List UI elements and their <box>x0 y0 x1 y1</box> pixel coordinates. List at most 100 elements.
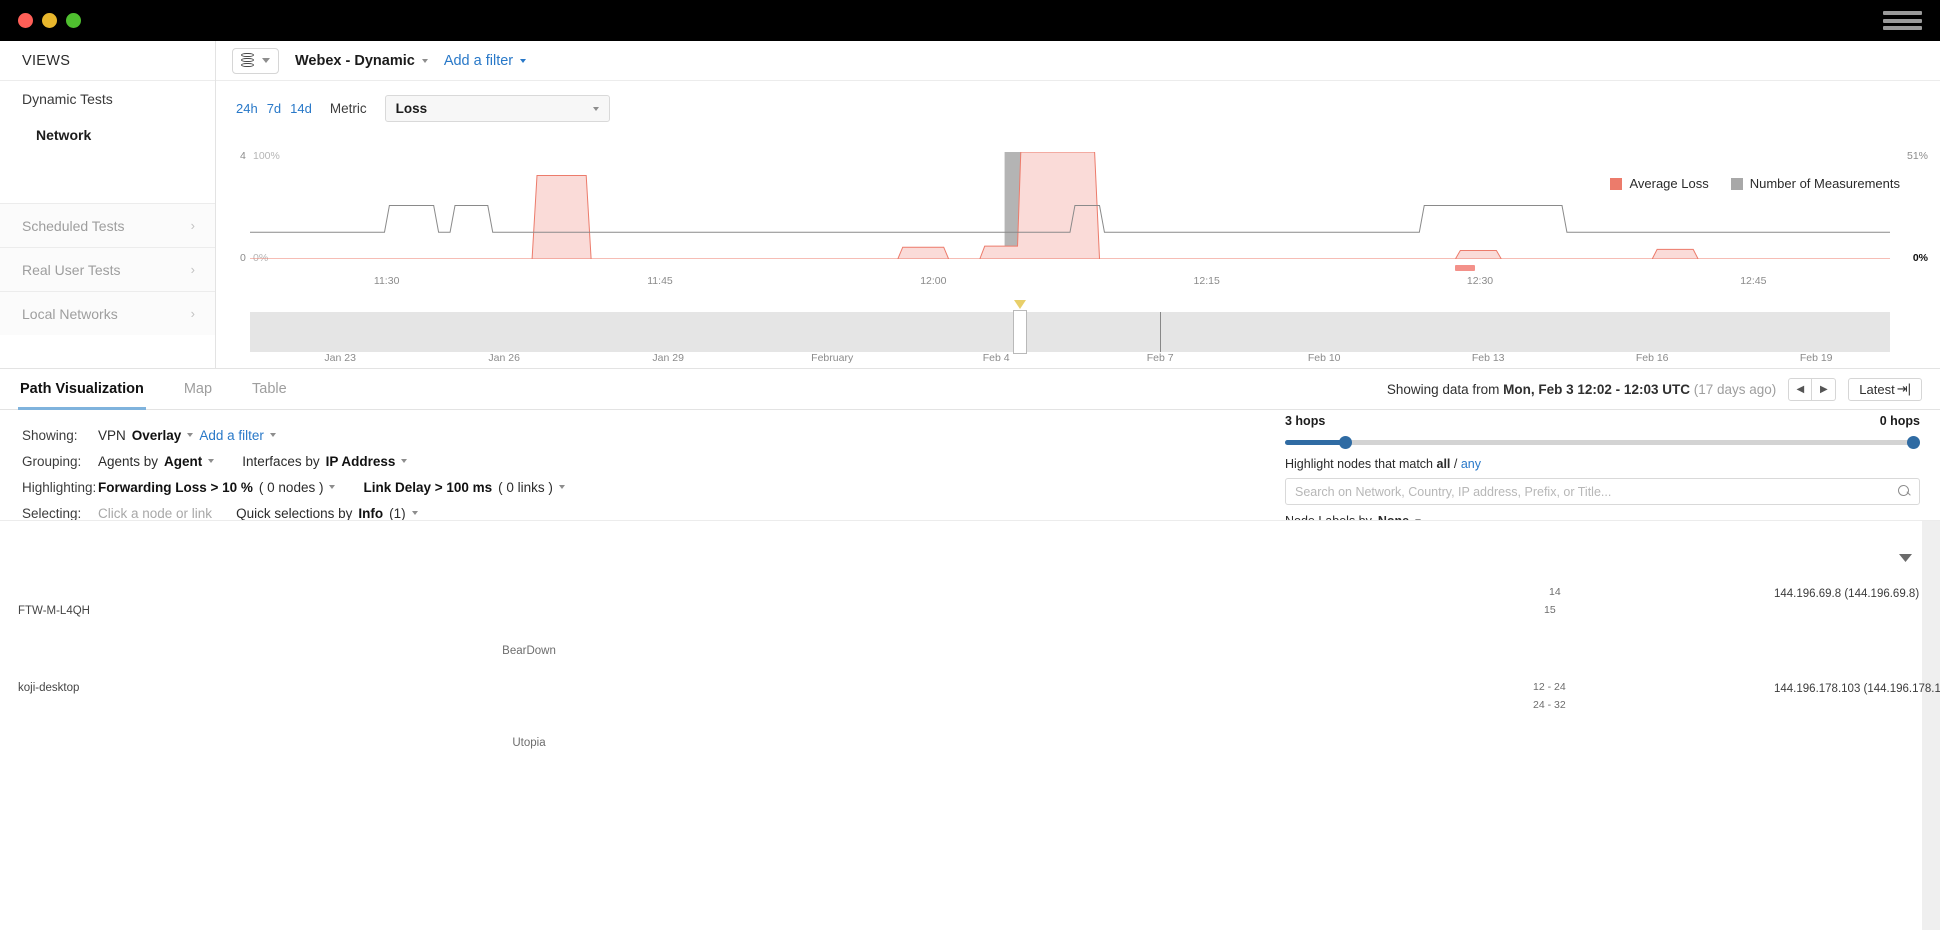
graph-canvas[interactable] <box>0 521 1940 930</box>
y-axis-right-min: 0% <box>1913 252 1928 264</box>
metric-label: Metric <box>330 101 367 116</box>
chevron-down-icon <box>401 459 407 463</box>
y-axis-right-max: 51% <box>1907 150 1928 162</box>
sidebar-group-real-user-tests[interactable]: Real User Tests › <box>0 247 215 291</box>
quick-value: Info <box>358 506 383 521</box>
sidebar-group-scheduled-tests[interactable]: Scheduled Tests › <box>0 203 215 247</box>
sidebar-item-network[interactable]: Network <box>0 117 215 153</box>
link-label-24-32: 24 - 32 <box>1530 699 1569 711</box>
search-icon <box>1898 485 1911 498</box>
maximize-button[interactable] <box>66 13 81 28</box>
highlighting-row: Highlighting: Forwarding Loss > 10 % ( 0… <box>22 474 1280 500</box>
slider-knob-right[interactable] <box>1907 436 1920 449</box>
hamburger-menu-icon[interactable] <box>1883 11 1922 30</box>
agents-grouping-dropdown[interactable]: Agents by Agent <box>98 454 214 469</box>
x-tick: 11:45 <box>647 275 673 287</box>
minimize-button[interactable] <box>42 13 57 28</box>
highlighting-key: Highlighting: <box>22 480 98 495</box>
link-delay-count: ( 0 links ) <box>498 480 553 495</box>
x-tick: 12:15 <box>1194 275 1220 287</box>
x-tick: 12:30 <box>1467 275 1493 287</box>
search-input[interactable] <box>1286 479 1919 504</box>
chevron-down-icon <box>593 107 599 111</box>
navigator-date-tick: Feb 10 <box>1308 352 1341 364</box>
navigator-event-marker <box>1160 312 1161 352</box>
metric-row: 24h 7d 14d Metric Loss <box>216 81 1940 122</box>
chevron-right-icon: › <box>191 262 195 277</box>
hops-slider[interactable] <box>1285 434 1920 450</box>
slider-knob-left[interactable] <box>1339 436 1352 449</box>
router-label-utopia: Utopia <box>512 737 545 749</box>
skip-to-end-icon: ⇥| <box>1897 381 1911 397</box>
prev-interval-button[interactable]: ◀ <box>1788 378 1812 401</box>
slider-fill <box>1285 440 1345 445</box>
sidebar: VIEWS Dynamic Tests Network Scheduled Te… <box>0 41 216 368</box>
latest-button[interactable]: Latest ⇥| <box>1848 378 1922 401</box>
hops-right-label: 0 hops <box>1880 414 1920 428</box>
navigator-date-tick: February <box>811 352 853 364</box>
database-icon <box>241 53 254 68</box>
chevron-down-icon <box>208 459 214 463</box>
range-24h[interactable]: 24h <box>236 101 258 116</box>
forwarding-loss-dropdown[interactable]: Forwarding Loss > 10 % ( 0 nodes ) <box>98 480 335 495</box>
path-visualization-graph[interactable] <box>0 520 1940 930</box>
time-navigator[interactable] <box>250 312 1890 352</box>
close-button[interactable] <box>18 13 33 28</box>
endpoint-label-1: 144.196.69.8 (144.196.69.8) <box>1774 588 1919 600</box>
interfaces-grouping-dropdown[interactable]: Interfaces by IP Address <box>242 454 407 469</box>
chevron-down-icon <box>270 433 276 437</box>
range-7d[interactable]: 7d <box>267 101 281 116</box>
link-delay-label: Link Delay > 100 ms <box>363 480 492 495</box>
sidebar-heading: VIEWS <box>0 41 215 81</box>
add-filter-dropdown[interactable]: Add a filter <box>444 53 526 69</box>
showing-add-filter[interactable]: Add a filter <box>199 428 276 443</box>
tab-table[interactable]: Table <box>232 368 307 410</box>
chevron-down-icon <box>262 58 270 63</box>
time-step-buttons: ◀ ▶ <box>1788 378 1836 401</box>
slider-track <box>1285 440 1920 445</box>
hops-labels: 3 hops 0 hops <box>1285 414 1920 428</box>
chart-x-axis: 11:3011:4512:0012:1512:3012:45 <box>250 275 1890 295</box>
window-titlebar <box>0 0 1940 41</box>
showing-text: Showing data from Mon, Feb 3 12:02 - 12:… <box>1387 382 1776 397</box>
showing-key: Showing: <box>22 428 98 443</box>
dataset-selector-button[interactable] <box>232 48 279 74</box>
highlight-all-option[interactable]: all <box>1437 457 1451 471</box>
navigator-date-tick: Feb 16 <box>1636 352 1669 364</box>
hops-and-highlight-panel: 3 hops 0 hops Highlight nodes that match… <box>1285 414 1920 528</box>
test-name-label: Webex - Dynamic <box>295 53 415 69</box>
next-interval-button[interactable]: ▶ <box>1812 378 1836 401</box>
selecting-placeholder: Click a node or link <box>98 506 212 521</box>
y-axis-left-min: 0 <box>240 252 246 264</box>
navigator-handle[interactable] <box>1013 310 1027 354</box>
chart-toolbar: Webex - Dynamic Add a filter <box>216 41 1940 81</box>
navigator-date-tick: Feb 19 <box>1800 352 1833 364</box>
metric-select[interactable]: Loss <box>385 95 610 122</box>
link-delay-dropdown[interactable]: Link Delay > 100 ms ( 0 links ) <box>363 480 564 495</box>
forwarding-loss-count: ( 0 nodes ) <box>259 480 324 495</box>
tab-strip: Path Visualization Map Table Showing dat… <box>0 368 1940 410</box>
agents-value: Agent <box>164 454 202 469</box>
overlay-prefix: VPN <box>98 428 126 443</box>
showing-range: Mon, Feb 3 12:02 - 12:03 UTC <box>1503 382 1690 397</box>
quick-selections-dropdown[interactable]: Quick selections by Info (1) <box>236 506 418 521</box>
sidebar-item-dynamic-tests[interactable]: Dynamic Tests <box>0 81 215 117</box>
tab-path-visualization[interactable]: Path Visualization <box>0 368 164 410</box>
navigator-date-tick: Feb 13 <box>1472 352 1505 364</box>
x-tick: 12:00 <box>920 275 946 287</box>
chart-plot[interactable] <box>250 152 1890 259</box>
grouping-row: Grouping: Agents by Agent Interfaces by … <box>22 448 1280 474</box>
test-name-dropdown[interactable]: Webex - Dynamic <box>295 53 428 69</box>
interfaces-value: IP Address <box>326 454 396 469</box>
sidebar-group-local-networks[interactable]: Local Networks › <box>0 291 215 335</box>
selecting-key: Selecting: <box>22 506 98 521</box>
range-14d[interactable]: 14d <box>290 101 312 116</box>
sidebar-group-label: Scheduled Tests <box>22 218 124 234</box>
overlay-dropdown[interactable]: VPN Overlay <box>98 428 193 443</box>
highlight-any-option[interactable]: any <box>1461 457 1481 471</box>
highlight-search-box[interactable] <box>1285 478 1920 505</box>
chevron-down-icon <box>329 485 335 489</box>
time-range-selector: 24h 7d 14d <box>236 101 312 116</box>
tab-map[interactable]: Map <box>164 368 232 410</box>
hops-left-label: 3 hops <box>1285 414 1325 428</box>
